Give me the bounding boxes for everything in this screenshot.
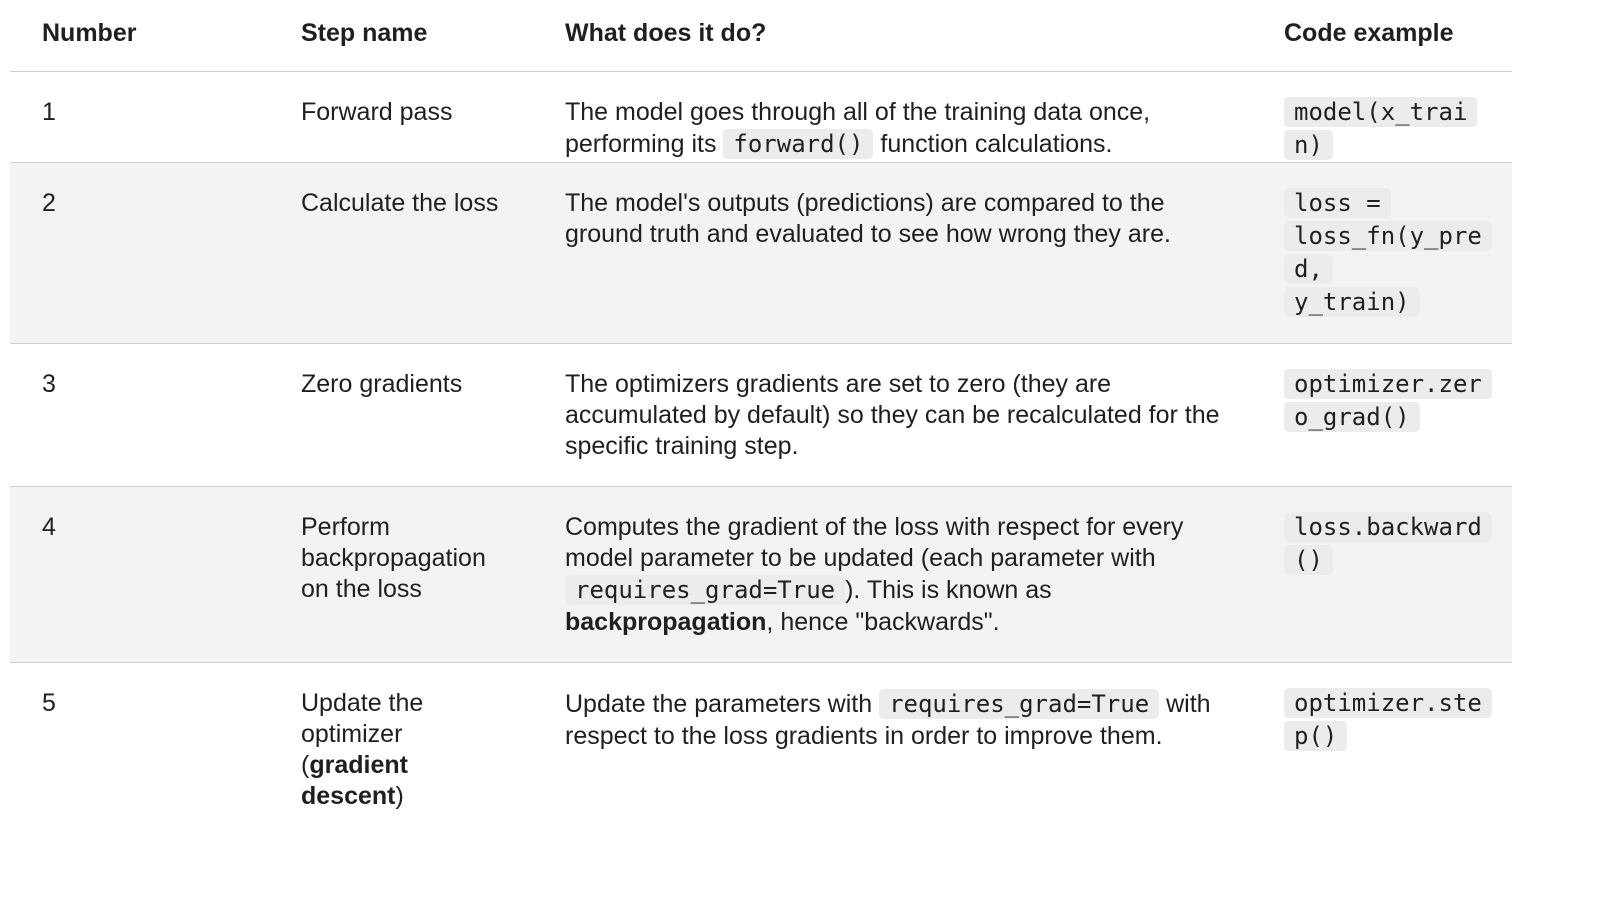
table-row: 2 Calculate the loss The model's outputs… [10,163,1512,344]
desc-bold-term: backpropagation [565,608,767,636]
code-snippet: optimizer.zero_grad() [1284,368,1492,434]
row-description: The optimizers gradients are set to zero… [565,370,1220,460]
header-code: Code example [1284,19,1454,47]
header-number: Number [42,19,137,47]
row-code-example: optimizer.zero_grad() [1252,344,1512,486]
row-code-example: loss.backward() [1252,487,1512,662]
inline-code: forward() [723,129,874,159]
table-row: 3 Zero gradients The optimizers gradient… [10,344,1512,487]
row-number: 3 [42,370,56,398]
row-step-name: Forward pass [301,98,453,126]
desc-text: function calculations. [873,130,1113,158]
desc-text: ). This is known as [845,576,1052,604]
step-bold-term: gradient descent [301,751,408,810]
code-snippet: optimizer.step() [1284,687,1492,753]
row-code-example: model(x_train) [1252,72,1512,162]
desc-text: , hence "backwards". [766,608,1000,636]
row-step-name: Update the optimizer (gradient descent) [269,663,533,836]
row-code-example: optimizer.step() [1252,663,1512,836]
step-text: ) [395,782,404,810]
inline-code: requires_grad=True [879,689,1160,719]
table-row: 5 Update the optimizer (gradient descent… [10,663,1512,836]
table-row: 1 Forward pass The model goes through al… [10,72,1512,163]
table-row: 4 Perform backpropagation on the loss Co… [10,487,1512,663]
desc-text: Computes the gradient of the loss with r… [565,513,1184,572]
row-description: The model's outputs (predictions) are co… [565,189,1171,248]
row-number: 2 [42,189,56,217]
row-description: Update the parameters with requires_grad… [533,663,1252,836]
code-snippet: loss = loss_fn(y_pred, y_train) [1284,187,1492,319]
row-number: 4 [42,513,56,541]
row-step-name: Calculate the loss [301,189,499,217]
desc-text: Update the parameters with [565,690,880,718]
row-number: 5 [42,689,56,717]
row-code-example: loss = loss_fn(y_pred, y_train) [1252,163,1512,343]
row-number: 1 [42,98,56,126]
code-snippet: model(x_train) [1284,96,1488,162]
inline-code: requires_grad=True [565,575,846,605]
row-step-name: Zero gradients [301,370,463,398]
header-what: What does it do? [565,19,767,47]
row-description: Computes the gradient of the loss with r… [533,487,1252,662]
table-header-row: Number Step name What does it do? Code e… [10,0,1512,72]
header-step-name: Step name [301,19,428,47]
row-step-name: Perform backpropagation on the loss [301,513,486,603]
training-steps-table: Number Step name What does it do? Code e… [10,0,1512,836]
row-description: The model goes through all of the traini… [533,72,1252,162]
code-snippet: loss.backward() [1284,511,1492,577]
